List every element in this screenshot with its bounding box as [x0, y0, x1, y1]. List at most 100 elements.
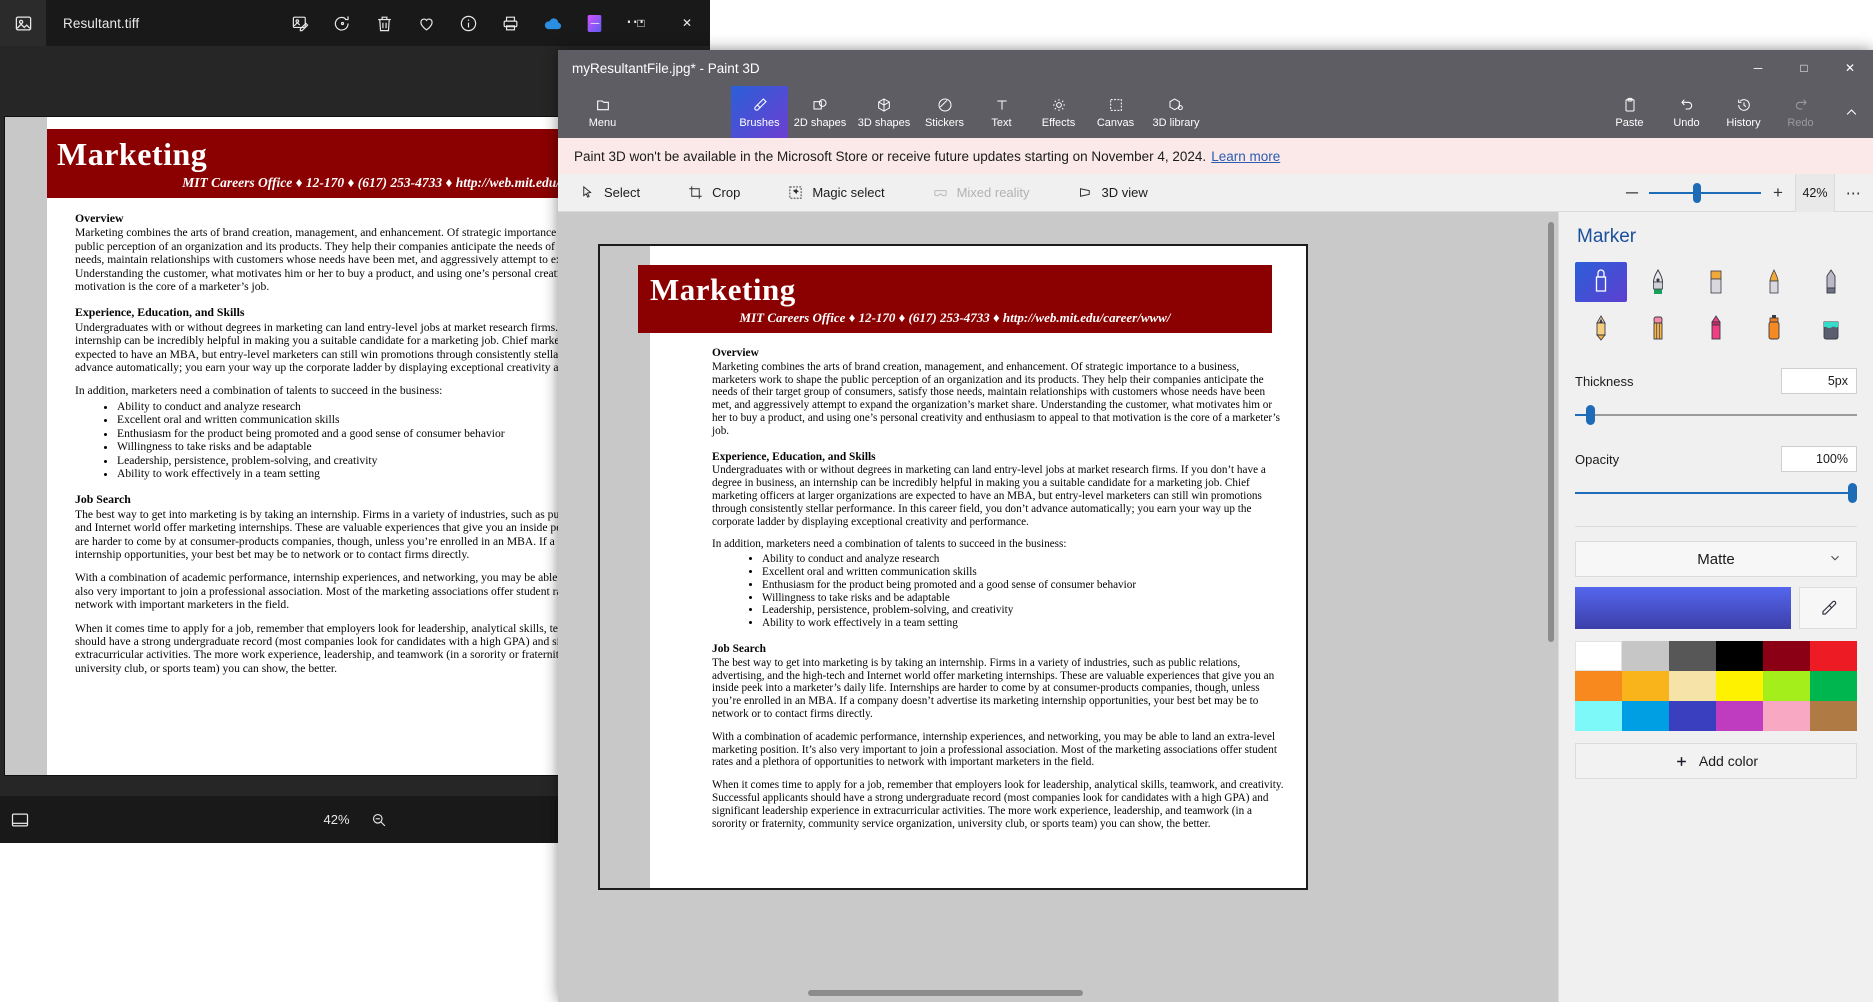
- swatch[interactable]: [1575, 641, 1622, 671]
- brush-spray-can[interactable]: [1748, 308, 1800, 348]
- thickness-slider[interactable]: [1575, 404, 1857, 426]
- rotate-icon[interactable]: [329, 10, 355, 36]
- ribbon-menu[interactable]: Menu: [574, 86, 631, 138]
- list-item: Leadership, persistence, problem-solving…: [762, 604, 1286, 617]
- ribbon-canvas[interactable]: Canvas: [1087, 86, 1144, 138]
- photos-window-controls: ─ □ ✕: [572, 0, 710, 46]
- ribbon-paste[interactable]: Paste: [1601, 86, 1658, 138]
- edit-image-icon[interactable]: [287, 10, 313, 36]
- print-icon[interactable]: [497, 10, 523, 36]
- tool-crop[interactable]: Crop: [676, 174, 752, 212]
- tool-magic-select[interactable]: Magic select: [776, 174, 896, 212]
- 2d-shapes-icon: [812, 96, 828, 114]
- paint3d-titlebar: myResultantFile.jpg* - Paint 3D ─ □ ✕: [558, 50, 1873, 86]
- paint3d-canvas[interactable]: Marketing MIT Careers Office ♦ 12-170 ♦ …: [598, 244, 1308, 890]
- material-select[interactable]: Matte: [1575, 541, 1857, 577]
- ribbon-history[interactable]: History: [1715, 86, 1772, 138]
- brush-grid: [1559, 248, 1873, 348]
- brush-crayon[interactable]: [1690, 308, 1742, 348]
- swatch[interactable]: [1810, 701, 1857, 731]
- history-icon: [1736, 96, 1752, 114]
- zoom-slider[interactable]: [1649, 174, 1761, 212]
- ribbon-undo[interactable]: Undo: [1658, 86, 1715, 138]
- paint3d-minimize-button[interactable]: ─: [1735, 50, 1781, 86]
- zoom-percent[interactable]: 42%: [1795, 173, 1835, 212]
- zoom-more-options-icon[interactable]: ⋯: [1835, 174, 1873, 212]
- swatch[interactable]: [1622, 641, 1669, 671]
- swatch[interactable]: [1810, 641, 1857, 671]
- paste-icon: [1622, 96, 1638, 114]
- swatch[interactable]: [1622, 671, 1669, 701]
- swatch[interactable]: [1716, 641, 1763, 671]
- zoom-out-icon[interactable]: [370, 811, 387, 828]
- thickness-slider-thumb[interactable]: [1586, 405, 1596, 425]
- paint3d-close-button[interactable]: ✕: [1827, 50, 1873, 86]
- canvas-vertical-scrollbar[interactable]: [1548, 222, 1554, 642]
- tool-select[interactable]: Select: [568, 174, 652, 212]
- swatch[interactable]: [1669, 671, 1716, 701]
- thickness-value[interactable]: 5px: [1781, 368, 1857, 394]
- zoom-in-button[interactable]: +: [1761, 174, 1795, 212]
- swatch[interactable]: [1716, 671, 1763, 701]
- brush-fill[interactable]: [1805, 308, 1857, 348]
- document-title: Marketing: [650, 272, 796, 307]
- brush-eraser[interactable]: [1805, 262, 1857, 302]
- swatch[interactable]: [1810, 671, 1857, 701]
- ribbon-2d-shapes[interactable]: 2D shapes: [788, 86, 852, 138]
- tool-3d-view[interactable]: 3D view: [1066, 174, 1160, 212]
- swatch[interactable]: [1763, 641, 1810, 671]
- brush-pencil[interactable]: [1575, 308, 1627, 348]
- swatch[interactable]: [1622, 701, 1669, 731]
- swatch[interactable]: [1669, 701, 1716, 731]
- zoom-slider-thumb[interactable]: [1693, 182, 1701, 203]
- opacity-slider[interactable]: [1575, 482, 1857, 504]
- paint3d-window-controls: ─ □ ✕: [1735, 50, 1873, 86]
- swatch[interactable]: [1763, 671, 1810, 701]
- document-gutter: [600, 246, 650, 888]
- add-color-button[interactable]: Add color: [1575, 743, 1857, 779]
- learn-more-link[interactable]: Learn more: [1211, 149, 1280, 164]
- eyedropper-icon[interactable]: [1799, 587, 1857, 629]
- canvas-horizontal-scrollbar[interactable]: [808, 990, 1083, 996]
- ribbon-text[interactable]: Text: [973, 86, 1030, 138]
- chevron-up-icon[interactable]: [1829, 86, 1873, 138]
- panel-divider: [1575, 526, 1857, 527]
- brush-oil[interactable]: [1690, 262, 1742, 302]
- ribbon-3d-library[interactable]: 3D library: [1144, 86, 1208, 138]
- ribbon-brushes[interactable]: Brushes: [731, 86, 788, 138]
- current-color-swatch[interactable]: [1575, 587, 1791, 629]
- swatch[interactable]: [1575, 701, 1622, 731]
- photos-close-button[interactable]: ✕: [664, 0, 710, 46]
- photos-file-title: Resultant.tiff: [63, 15, 140, 31]
- swatch[interactable]: [1716, 701, 1763, 731]
- magic-select-icon: [788, 185, 803, 200]
- brush-calligraphy-pen[interactable]: [1633, 262, 1685, 302]
- paint3d-toolbar: Select Crop Magic select Mixed reality 3…: [558, 173, 1873, 212]
- favorite-icon[interactable]: [413, 10, 439, 36]
- section-heading: Overview: [712, 347, 759, 359]
- swatch[interactable]: [1575, 671, 1622, 701]
- brush-pixel-pen[interactable]: [1633, 308, 1685, 348]
- opacity-value[interactable]: 100%: [1781, 446, 1857, 472]
- swatch[interactable]: [1763, 701, 1810, 731]
- photos-maximize-button[interactable]: □: [618, 0, 664, 46]
- brush-watercolor[interactable]: [1748, 262, 1800, 302]
- delete-icon[interactable]: [371, 10, 397, 36]
- opacity-slider-thumb[interactable]: [1848, 483, 1857, 503]
- paint3d-workspace[interactable]: Marketing MIT Careers Office ♦ 12-170 ♦ …: [558, 212, 1558, 1002]
- ribbon-label: Undo: [1673, 116, 1700, 129]
- chevron-down-icon: [1828, 551, 1842, 568]
- canvas-icon: [1108, 96, 1124, 114]
- zoom-out-button[interactable]: ─: [1615, 174, 1649, 212]
- ribbon-effects[interactable]: Effects: [1030, 86, 1087, 138]
- photos-titlebar: Resultant.tiff ⋯ ─ □ ✕: [0, 0, 710, 46]
- onedrive-icon[interactable]: [539, 10, 565, 36]
- ribbon-label: Canvas: [1096, 116, 1135, 129]
- photos-minimize-button[interactable]: ─: [572, 0, 618, 46]
- ribbon-stickers[interactable]: Stickers: [916, 86, 973, 138]
- brush-marker[interactable]: [1575, 262, 1627, 302]
- ribbon-3d-shapes[interactable]: 3D shapes: [852, 86, 916, 138]
- info-icon[interactable]: [455, 10, 481, 36]
- paint3d-maximize-button[interactable]: □: [1781, 50, 1827, 86]
- swatch[interactable]: [1669, 641, 1716, 671]
